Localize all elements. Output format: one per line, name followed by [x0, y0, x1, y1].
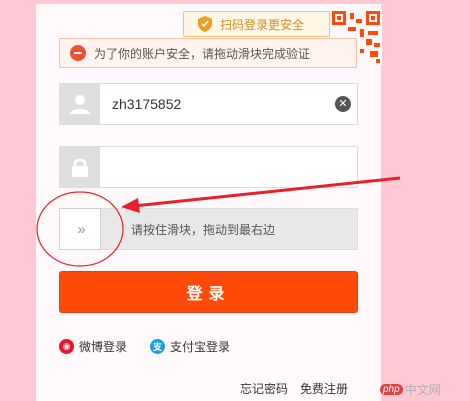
username-input[interactable]: zh3175852 — [100, 84, 335, 124]
username-field[interactable]: zh3175852 ✕ — [59, 83, 358, 125]
weibo-login-label: 微博登录 — [79, 340, 128, 354]
login-button[interactable]: 登录 — [59, 271, 358, 313]
forgot-password-link[interactable]: 忘记密码 — [240, 380, 288, 397]
minus-circle-icon — [70, 45, 86, 61]
weibo-icon: ◉ — [59, 339, 74, 354]
slider-hint: 请按住滑块，拖动到最右边 — [131, 222, 276, 237]
close-icon[interactable]: ✕ — [335, 96, 351, 112]
watermark: php 中文网 — [380, 381, 441, 398]
shield-icon — [198, 16, 212, 32]
slider-knob[interactable]: » — [59, 208, 101, 250]
captcha-slider[interactable]: » 请按住滑块，拖动到最右边 — [59, 208, 358, 250]
password-field[interactable] — [59, 146, 358, 188]
watermark-text: 中文网 — [404, 383, 441, 397]
password-input[interactable] — [100, 147, 357, 187]
watermark-badge: php — [380, 384, 403, 395]
alipay-icon: 支 — [150, 339, 165, 354]
register-link[interactable]: 免费注册 — [300, 380, 348, 397]
weibo-login-link[interactable]: ◉ 微博登录 — [59, 338, 127, 355]
alipay-login-label: 支付宝登录 — [170, 340, 231, 354]
footer-links: 忘记密码 免费注册 — [240, 380, 348, 397]
user-icon — [60, 84, 100, 124]
security-notice-text: 为了你的账户安全，请拖动滑块完成验证 — [94, 46, 311, 61]
lock-icon — [60, 147, 100, 187]
double-chevron-right-icon: » — [77, 220, 86, 238]
alipay-login-link[interactable]: 支 支付宝登录 — [150, 338, 230, 355]
security-notice: 为了你的账户安全，请拖动滑块完成验证 — [59, 38, 357, 68]
qr-login-label: 扫码登录更安全 — [220, 17, 305, 32]
qr-login-badge[interactable]: 扫码登录更安全 — [183, 11, 335, 37]
